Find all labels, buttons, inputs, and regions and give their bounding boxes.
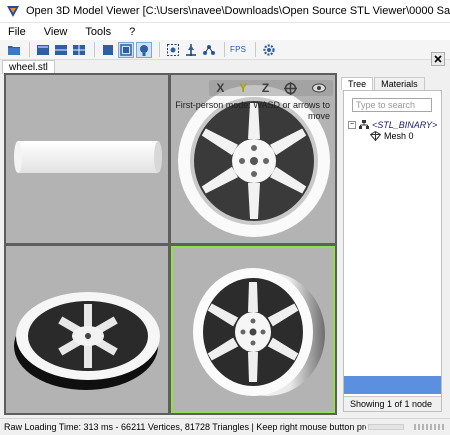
side-panel: Tree Materials − <STL_BINARY> Mesh 0 Sho… bbox=[339, 73, 444, 415]
axis-y-button[interactable]: Y bbox=[239, 81, 247, 95]
side-tabs: Tree Materials bbox=[341, 77, 426, 90]
fps-icon[interactable]: FPS bbox=[230, 45, 246, 54]
layout-split-horizontal-icon[interactable] bbox=[53, 42, 69, 58]
menu-bar: File View Tools ? bbox=[0, 23, 450, 40]
menu-file[interactable]: File bbox=[8, 26, 26, 38]
skeleton-icon[interactable] bbox=[201, 42, 217, 58]
status-text: Raw Loading Time: 313 ms - 66211 Vertice… bbox=[4, 422, 366, 432]
viewport-side[interactable] bbox=[6, 75, 168, 243]
wheel-perspective-render bbox=[193, 268, 325, 396]
first-person-hint: First-person mode: WASD or arrows to mov… bbox=[175, 100, 330, 121]
shading-solid-icon[interactable] bbox=[100, 42, 116, 58]
collapse-icon[interactable]: − bbox=[348, 120, 356, 129]
menu-tools[interactable]: Tools bbox=[85, 26, 111, 38]
open-folder-icon[interactable] bbox=[6, 42, 22, 58]
toolbar-separator bbox=[224, 42, 225, 57]
status-bar: Raw Loading Time: 313 ms - 66211 Vertice… bbox=[0, 418, 450, 435]
tree-panel: − <STL_BINARY> Mesh 0 Showing 1 of 1 nod… bbox=[343, 90, 442, 412]
view-axis-controls: X Y Z bbox=[209, 80, 333, 96]
tab-tree[interactable]: Tree bbox=[341, 77, 374, 90]
layout-single-icon[interactable] bbox=[35, 42, 51, 58]
tree-node-label: Mesh 0 bbox=[384, 130, 414, 141]
scene-tree: − <STL_BINARY> Mesh 0 bbox=[348, 119, 442, 141]
origin-axis-icon[interactable] bbox=[183, 42, 199, 58]
toolbar-separator bbox=[29, 42, 30, 57]
search-input[interactable] bbox=[352, 98, 432, 112]
tree-node-root[interactable]: − <STL_BINARY> bbox=[348, 119, 442, 130]
layout-quad-icon[interactable] bbox=[71, 42, 87, 58]
move-cross-icon[interactable] bbox=[283, 81, 297, 95]
fit-view-icon[interactable] bbox=[165, 42, 181, 58]
window-title: Open 3D Model Viewer [C:\Users\navee\Dow… bbox=[26, 5, 450, 17]
showing-count: Showing 1 of 1 node bbox=[344, 396, 441, 411]
wheel-perspective-render bbox=[14, 292, 160, 390]
resize-grip-icon[interactable] bbox=[414, 424, 444, 430]
eye-icon[interactable] bbox=[311, 83, 326, 93]
menu-view[interactable]: View bbox=[44, 26, 68, 38]
toolbar-separator bbox=[255, 42, 257, 57]
status-progress bbox=[368, 424, 404, 430]
lighting-icon[interactable] bbox=[136, 41, 152, 58]
toolbar: FPS bbox=[0, 40, 450, 60]
tree-node-label: <STL_BINARY> bbox=[372, 119, 438, 130]
menu-help[interactable]: ? bbox=[129, 26, 135, 38]
axis-x-button[interactable]: X bbox=[216, 81, 224, 95]
axis-z-button[interactable]: Z bbox=[262, 81, 269, 95]
selection-band bbox=[344, 376, 441, 394]
viewport-perspective-left[interactable] bbox=[6, 246, 168, 413]
mesh-icon bbox=[370, 130, 381, 141]
wheel-side-render bbox=[14, 141, 162, 173]
close-document-button[interactable] bbox=[431, 52, 445, 66]
hierarchy-node-icon bbox=[359, 119, 369, 129]
toolbar-separator bbox=[94, 42, 95, 57]
tree-node-mesh[interactable]: Mesh 0 bbox=[348, 130, 442, 141]
toolbar-separator bbox=[159, 42, 160, 57]
shading-wireframe-icon[interactable] bbox=[118, 41, 134, 58]
tab-materials[interactable]: Materials bbox=[374, 77, 425, 90]
title-bar: Open 3D Model Viewer [C:\Users\navee\Dow… bbox=[0, 0, 450, 23]
viewport-perspective-right[interactable] bbox=[171, 246, 335, 413]
document-tab[interactable]: wheel.stl bbox=[2, 60, 55, 74]
viewport-area[interactable] bbox=[4, 73, 337, 415]
app-logo-icon bbox=[7, 6, 19, 17]
settings-gear-icon[interactable] bbox=[261, 42, 277, 58]
close-icon bbox=[434, 55, 442, 63]
